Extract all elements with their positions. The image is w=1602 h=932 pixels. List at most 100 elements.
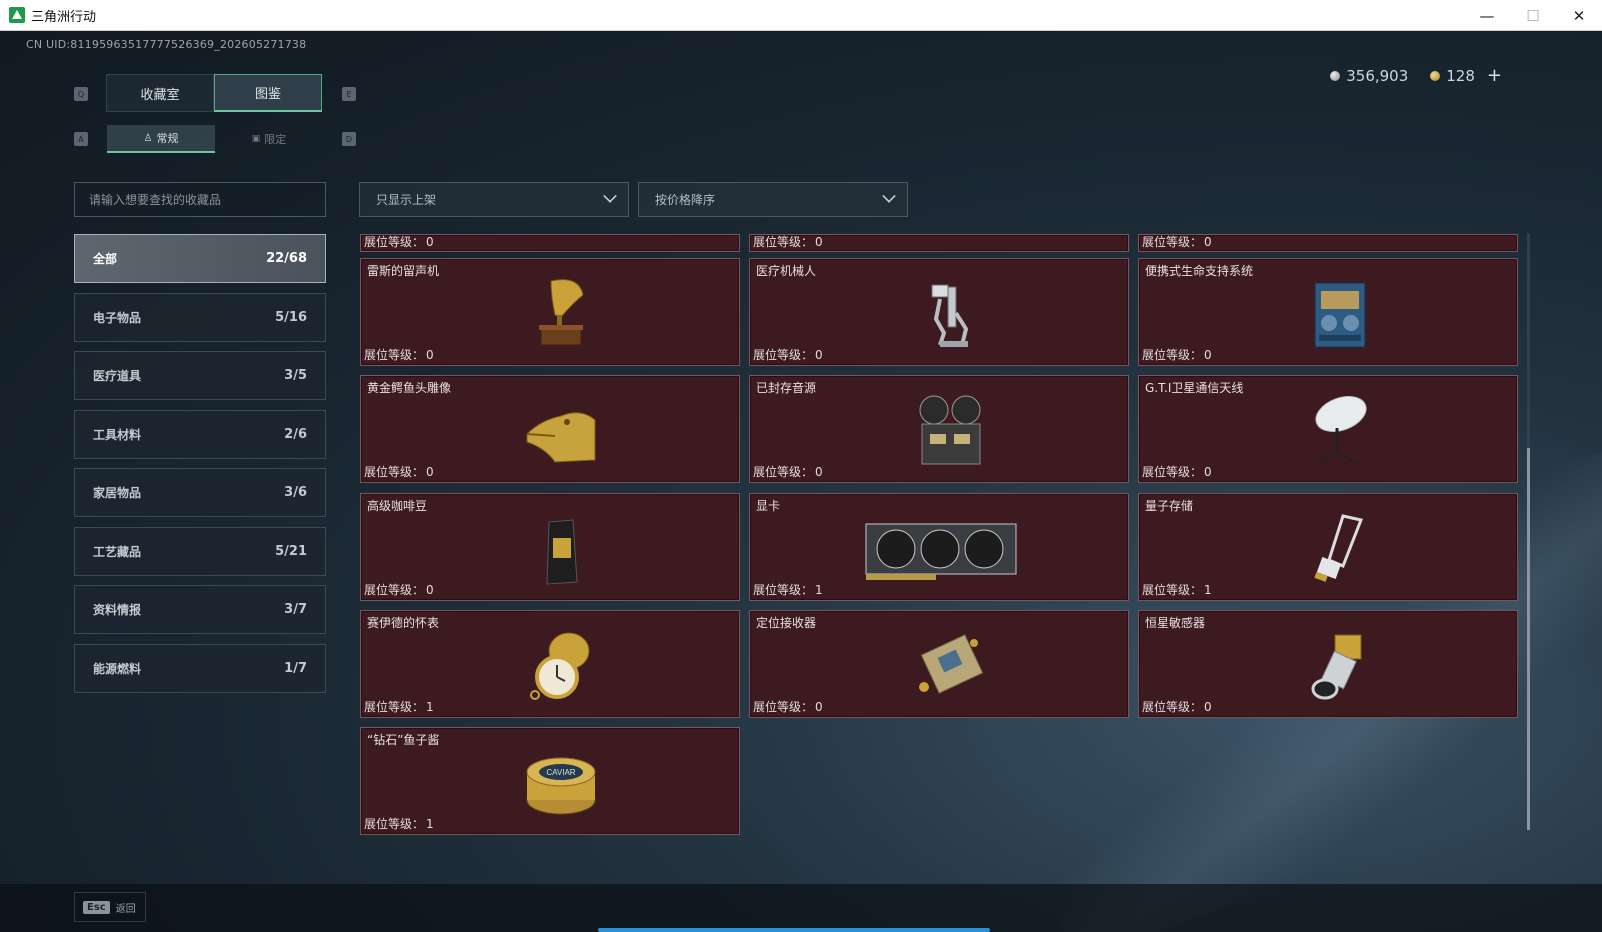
game-surface: CN UID:81195963517777526369_202605271738… <box>0 31 1602 932</box>
category-count: 22/68 <box>266 251 307 266</box>
graphics-card-icon <box>865 523 1017 580</box>
tab-regular[interactable]: ♙ 常规 <box>107 125 215 153</box>
tab-limited[interactable]: ▣ 限定 <box>215 125 323 153</box>
search-input[interactable]: 请输入想要查找的收藏品 <box>74 182 326 217</box>
currency-bar: 356,903 128 + <box>1330 65 1502 86</box>
item-level: 展位等级： 0 <box>753 235 823 249</box>
item-card-medical-robot[interactable]: 医疗机械人 展位等级： 0 <box>749 258 1129 366</box>
category-tools[interactable]: 工具材料 2/6 <box>74 410 326 459</box>
item-level: 展位等级： 0 <box>1142 235 1212 249</box>
item-card-pocket-watch[interactable]: 赛伊德的怀表 展位等级： 1 <box>360 610 740 718</box>
golden-crocodile-icon <box>526 412 596 463</box>
close-button[interactable]: ✕ <box>1556 0 1602 31</box>
item-card[interactable]: 展位等级： 0 <box>749 234 1129 252</box>
category-electronics[interactable]: 电子物品 5/16 <box>74 293 326 342</box>
category-household[interactable]: 家居物品 3/6 <box>74 468 326 517</box>
category-medical[interactable]: 医疗道具 3/5 <box>74 351 326 400</box>
satellite-dish-icon <box>1315 396 1367 465</box>
item-card-gps-receiver[interactable]: 定位接收器 展位等级： 0 <box>749 610 1129 718</box>
key-hint-d: D <box>342 132 356 146</box>
back-label: 返回 <box>115 903 136 915</box>
item-name: 高级咖啡豆 <box>367 499 428 513</box>
gps-receiver-icon <box>919 634 984 694</box>
item-card-gramophone[interactable]: 雷斯的留声机 展位等级： 0 <box>360 258 740 366</box>
category-energy[interactable]: 能源燃料 1/7 <box>74 644 326 693</box>
coffee-bag-icon <box>546 519 578 585</box>
category-count: 3/5 <box>284 368 307 383</box>
life-support-icon <box>1314 282 1366 348</box>
item-name: 便携式生命支持系统 <box>1145 264 1254 278</box>
category-label: 全部 <box>93 252 118 266</box>
item-name: G.T.I卫星通信天线 <box>1145 381 1244 395</box>
category-label: 资料情报 <box>93 603 142 617</box>
item-card[interactable]: 展位等级： 0 <box>360 234 740 252</box>
window-title-bar: 三角洲行动 — ☐ ✕ <box>0 0 1602 31</box>
tab-collection-room[interactable]: 收藏室 <box>106 74 214 112</box>
item-level: 展位等级： 0 <box>753 465 823 479</box>
item-card-satellite-dish[interactable]: G.T.I卫星通信天线 展位等级： 0 <box>1138 375 1518 483</box>
category-count: 5/21 <box>275 544 307 559</box>
key-hint-e: E <box>342 87 356 101</box>
sub-tabs: ♙ 常规 ▣ 限定 <box>107 125 323 153</box>
item-card-tape-recorder[interactable]: 已封存音源 展位等级： 0 <box>749 375 1129 483</box>
item-card-quantum-storage[interactable]: 量子存储 展位等级： 1 <box>1138 493 1518 601</box>
esc-key-hint: Esc <box>83 900 110 914</box>
grid-scrollbar[interactable] <box>1527 233 1530 830</box>
item-level: 展位等级： 0 <box>1142 700 1212 714</box>
item-name: 赛伊德的怀表 <box>367 616 440 630</box>
limited-icon: ▣ <box>251 134 261 144</box>
item-name: 医疗机械人 <box>756 264 817 278</box>
pocket-watch-icon <box>530 632 590 700</box>
minimize-button[interactable]: — <box>1464 0 1510 31</box>
item-name: “钻石”鱼子酱 <box>367 733 440 747</box>
medical-robot-icon <box>931 284 969 347</box>
uid-label: CN UID:81195963517777526369_202605271738 <box>26 38 307 51</box>
chevron-down-icon <box>882 189 896 203</box>
back-button[interactable]: Esc 返回 <box>74 892 146 922</box>
regular-icon: ♙ <box>143 132 153 144</box>
category-count: 3/6 <box>284 485 307 500</box>
item-level: 展位等级： 0 <box>1142 348 1212 362</box>
quantum-storage-icon <box>1314 514 1364 582</box>
shelf-filter-dropdown[interactable]: 只显示上架 <box>359 182 629 217</box>
item-name: 显卡 <box>756 499 781 513</box>
item-card-coffee-bag[interactable]: 高级咖啡豆 展位等级： 0 <box>360 493 740 601</box>
star-sensor-icon <box>1311 634 1362 700</box>
item-level: 展位等级： 0 <box>753 700 823 714</box>
category-crafts[interactable]: 工艺藏品 5/21 <box>74 527 326 576</box>
item-card[interactable]: 展位等级： 0 <box>1138 234 1518 252</box>
tab-limited-label: 限定 <box>264 133 287 146</box>
maximize-button[interactable]: ☐ <box>1510 0 1556 31</box>
item-card-caviar[interactable]: “钻石”鱼子酱 CAVIAR 展位等级： 1 <box>360 727 740 835</box>
category-count: 1/7 <box>284 661 307 676</box>
item-name: 黄金鳄鱼头雕像 <box>367 381 452 395</box>
tab-regular-label: 常规 <box>156 132 179 145</box>
item-card-graphics-card[interactable]: 显卡 展位等级： 1 <box>749 493 1129 601</box>
item-level: 展位等级： 0 <box>753 348 823 362</box>
caviar-tin-icon: CAVIAR <box>526 757 596 815</box>
silver-amount: 356,903 <box>1346 66 1409 85</box>
item-level: 展位等级： 0 <box>1142 465 1212 479</box>
item-card-star-sensor[interactable]: 恒星敏感器 展位等级： 0 <box>1138 610 1518 718</box>
sort-dropdown[interactable]: 按价格降序 <box>638 182 908 217</box>
bottom-bar <box>0 884 1602 932</box>
item-name: 恒星敏感器 <box>1145 616 1206 630</box>
item-level: 展位等级： 0 <box>364 235 434 249</box>
item-name: 量子存储 <box>1145 499 1194 513</box>
tab-catalog[interactable]: 图鉴 <box>214 74 322 112</box>
item-level: 展位等级： 1 <box>1142 583 1212 597</box>
item-name: 定位接收器 <box>756 616 817 630</box>
category-label: 工艺藏品 <box>93 545 142 559</box>
item-card-life-support[interactable]: 便携式生命支持系统 展位等级： 0 <box>1138 258 1518 366</box>
silver-coin-icon <box>1330 70 1341 81</box>
item-level: 展位等级： 0 <box>364 465 434 479</box>
scrollbar-thumb[interactable] <box>1527 448 1530 830</box>
category-label: 电子物品 <box>93 311 142 325</box>
category-label: 医疗道具 <box>93 369 142 383</box>
add-currency-button[interactable]: + <box>1487 65 1502 86</box>
gramophone-icon <box>539 279 584 346</box>
item-card-golden-crocodile[interactable]: 黄金鳄鱼头雕像 展位等级： 0 <box>360 375 740 483</box>
category-intel[interactable]: 资料情报 3/7 <box>74 585 326 634</box>
item-level: 展位等级： 1 <box>364 817 434 831</box>
category-all[interactable]: 全部 22/68 <box>74 234 326 283</box>
